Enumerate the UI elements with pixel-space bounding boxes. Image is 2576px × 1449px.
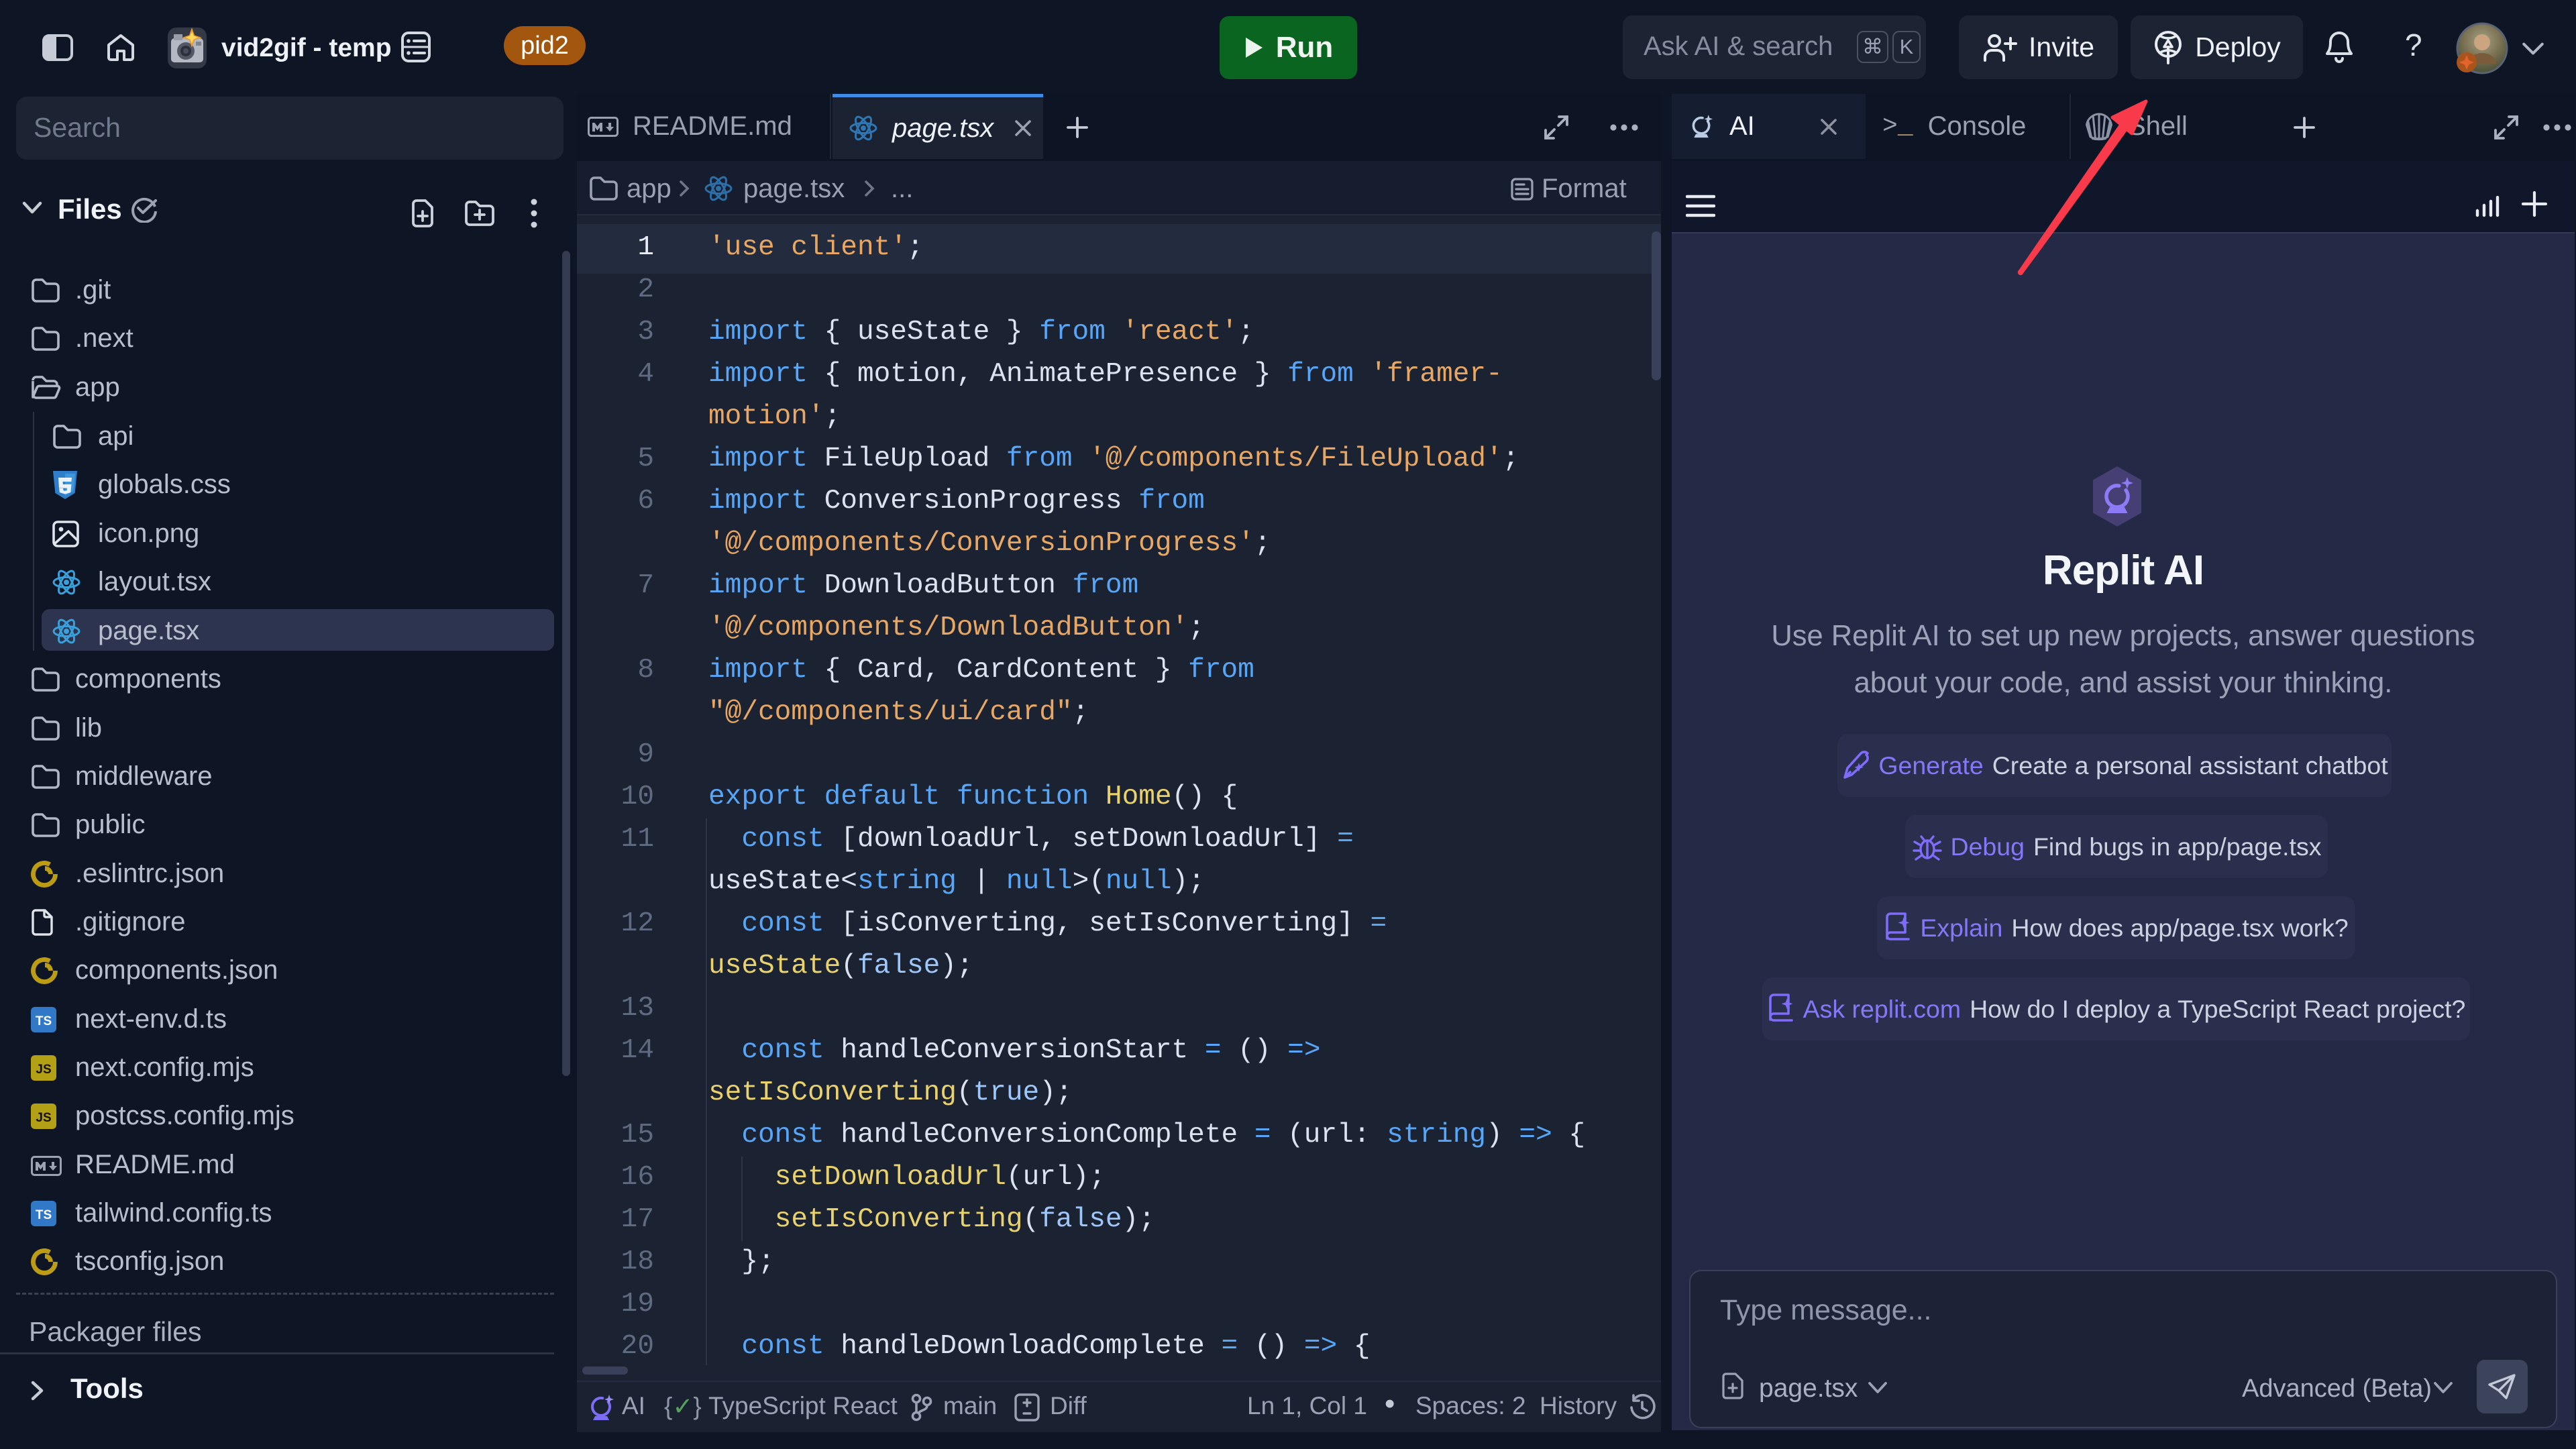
svg-text:JS: JS [36,1111,51,1125]
svg-text:JS: JS [36,1063,51,1077]
svg-text:TS: TS [36,1014,52,1028]
svg-text:TS: TS [36,1208,52,1222]
